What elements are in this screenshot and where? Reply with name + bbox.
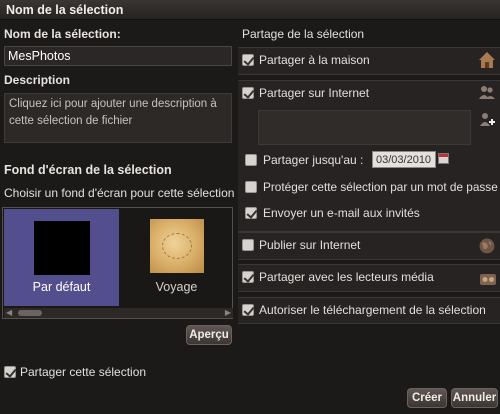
share-until-checkbox[interactable] (245, 154, 257, 166)
window-title: Nom de la sélection (6, 3, 124, 17)
publish-internet-checkbox[interactable] (242, 239, 254, 251)
wallpaper-item-voyage[interactable]: Voyage (121, 209, 232, 306)
scrollbar-thumb[interactable] (18, 310, 42, 316)
allow-download-label: Autoriser le téléchargement de la sélect… (259, 303, 486, 317)
wallpaper-thumbnail (150, 219, 204, 273)
house-icon (479, 52, 495, 68)
wallpaper-title: Fond d'écran de la sélection (4, 163, 172, 177)
wallpaper-gallery: Par défaut Voyage ◀ ▶ (2, 207, 233, 319)
preview-button[interactable]: Aperçu (186, 325, 232, 345)
wallpaper-thumbnail (34, 221, 90, 275)
people-icon (479, 86, 495, 99)
add-person-icon[interactable] (478, 111, 496, 129)
name-label: Nom de la sélection: (4, 27, 121, 41)
share-internet-checkbox[interactable] (242, 87, 254, 99)
share-until-date-input[interactable] (372, 151, 436, 168)
password-protect-label: Protéger cette sélection par un mot de p… (263, 180, 498, 194)
title-bar: Nom de la sélection (0, 0, 500, 20)
wallpaper-subtitle: Choisir un fond d'écran pour cette sélec… (4, 186, 235, 200)
calendar-icon[interactable] (438, 153, 449, 164)
selection-name-input[interactable] (4, 46, 232, 66)
wallpaper-item-default[interactable]: Par défaut (4, 209, 119, 306)
cancel-button[interactable]: Annuler (451, 388, 498, 408)
publish-internet-label: Publier sur Internet (259, 238, 361, 252)
share-home-label: Partager à la maison (259, 53, 370, 67)
media-player-icon (480, 274, 496, 285)
email-invites-label: Envoyer un e-mail aux invités (263, 206, 420, 220)
gallery-scrollbar[interactable]: ◀ ▶ (4, 308, 233, 318)
wallpaper-label: Voyage (155, 280, 198, 294)
share-internet-label: Partager sur Internet (259, 86, 370, 100)
description-label: Description (4, 73, 71, 87)
share-selection-label: Partager cette sélection (20, 365, 147, 379)
wallpaper-label: Par défaut (32, 280, 91, 294)
share-selection-checkbox[interactable] (4, 366, 16, 378)
description-textarea[interactable]: Cliquez ici pour ajouter une description… (4, 93, 232, 143)
share-url-field[interactable] (258, 110, 471, 145)
email-invites-checkbox[interactable] (245, 207, 257, 219)
share-media-checkbox[interactable] (242, 271, 254, 283)
password-protect-checkbox[interactable] (245, 181, 257, 193)
globe-icon (479, 238, 495, 254)
share-media-label: Partager avec les lecteurs média (259, 270, 434, 284)
allow-download-checkbox[interactable] (242, 304, 254, 316)
scroll-left-icon[interactable]: ◀ (6, 308, 12, 318)
scroll-right-icon[interactable]: ▶ (225, 308, 231, 318)
share-home-checkbox[interactable] (242, 54, 254, 66)
share-until-label: Partager jusqu'au : (263, 153, 364, 167)
sharing-section-title: Partage de la sélection (242, 27, 365, 41)
create-button[interactable]: Créer (407, 388, 447, 408)
